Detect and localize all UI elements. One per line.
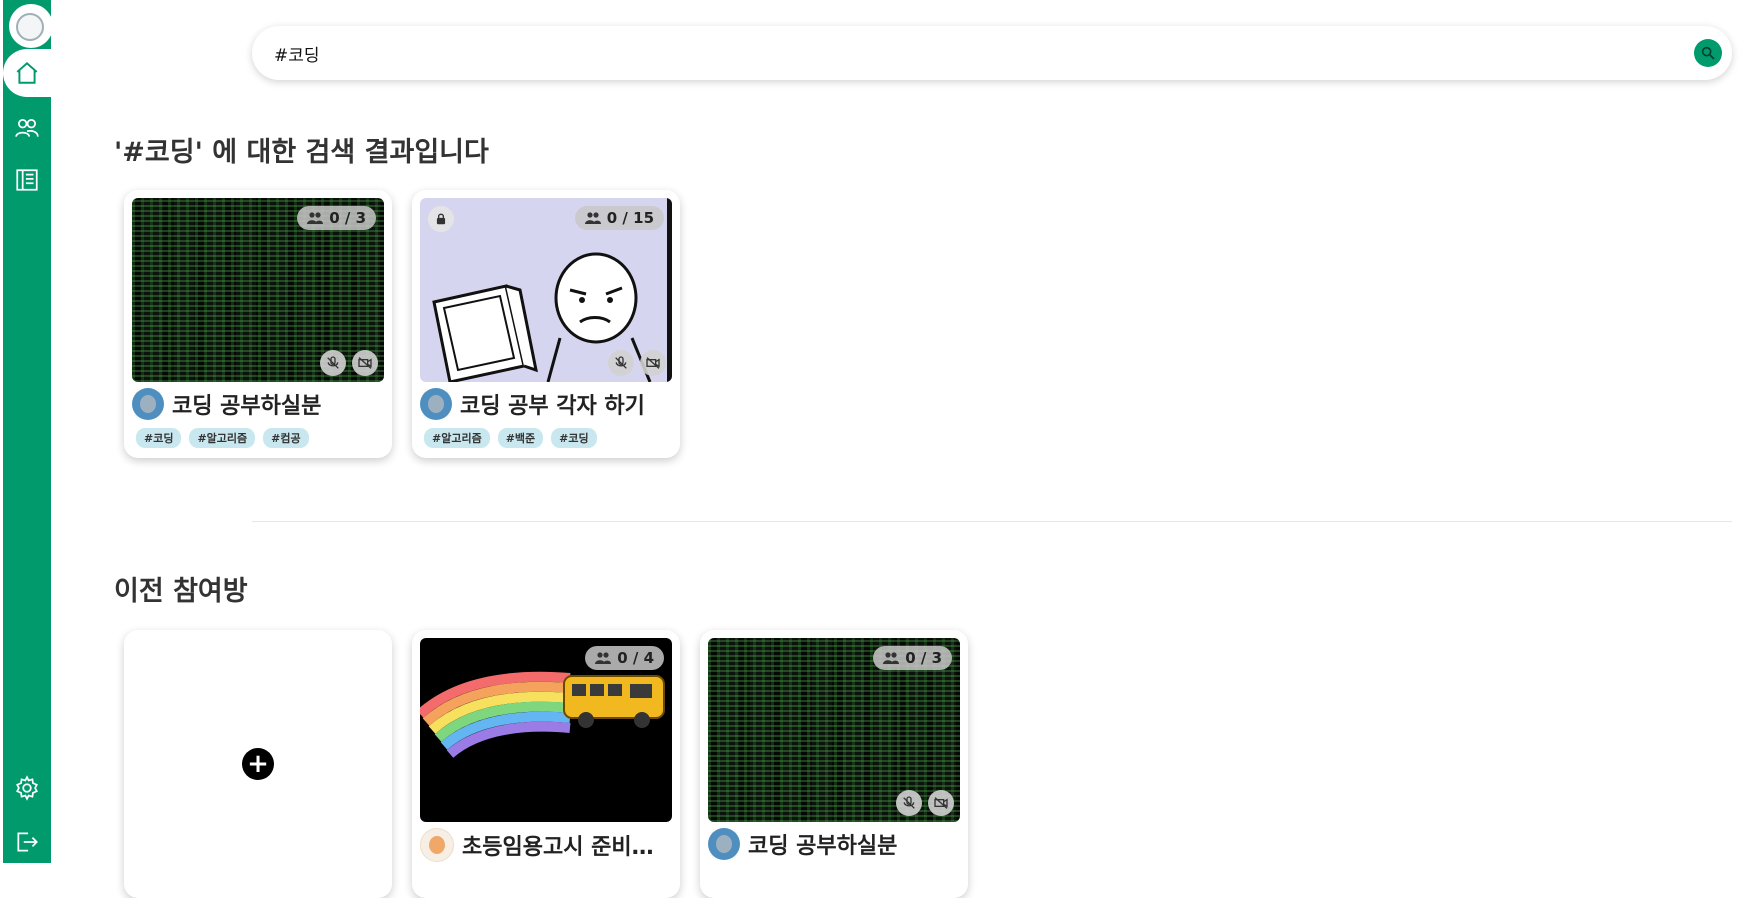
card-title-row: 코딩 공부하실분 — [132, 388, 321, 420]
section-divider — [252, 521, 1732, 522]
people-icon — [595, 652, 612, 664]
sidebar-item-settings[interactable] — [3, 772, 51, 804]
sidebar-item-notebook[interactable] — [3, 164, 51, 196]
people-icon — [584, 212, 601, 224]
mic-off-icon — [608, 350, 634, 376]
room-title: 초등임용고시 준비… — [462, 835, 654, 860]
logout-icon — [17, 832, 38, 852]
search-icon — [1701, 46, 1715, 60]
card-title-row: 코딩 공부 각자 하기 — [420, 388, 645, 420]
room-title: 코딩 공부하실분 — [748, 834, 898, 859]
sidebar-item-logout[interactable] — [3, 826, 51, 858]
add-room-card[interactable]: + — [124, 630, 392, 898]
media-status — [608, 350, 666, 376]
room-title: 코딩 공부하실분 — [172, 394, 322, 419]
logo-face-icon — [16, 13, 44, 41]
avatar — [420, 388, 452, 420]
room-card[interactable]: 0 / 15 코딩 공부 각자 하기 #알고리즘 #백준 #코딩 — [412, 190, 680, 458]
room-card[interactable]: 0 / 3 코딩 공부하실분 #코딩 #알고리즘 #컴공 — [124, 190, 392, 458]
room-thumbnail: 0 / 4 — [420, 638, 672, 822]
participant-count: 0 / 3 — [329, 209, 366, 227]
participant-count-badge: 0 / 4 — [585, 646, 664, 670]
app-logo[interactable] — [9, 4, 53, 48]
avatar — [708, 828, 740, 860]
search-bar — [252, 26, 1732, 80]
participant-count: 0 / 3 — [905, 649, 942, 667]
avatar — [132, 388, 164, 420]
previous-rooms-heading: 이전 참여방 — [114, 576, 248, 607]
mic-off-icon — [896, 790, 922, 816]
tag-list: #코딩 #알고리즘 #컴공 — [136, 428, 309, 448]
people-icon — [883, 652, 900, 664]
results-heading: '#코딩' 에 대한 검색 결과입니다 — [114, 137, 489, 168]
participant-count: 0 / 4 — [617, 649, 654, 667]
people-icon — [307, 212, 324, 224]
room-card[interactable]: 0 / 4 초등임용고시 준비… — [412, 630, 680, 898]
camera-off-icon — [352, 350, 378, 376]
room-thumbnail: 0 / 3 — [132, 198, 384, 382]
participant-count: 0 / 15 — [606, 209, 654, 227]
card-title-row: 코딩 공부하실분 — [708, 828, 897, 860]
participant-count-badge: 0 / 15 — [574, 206, 664, 230]
media-status — [896, 790, 954, 816]
search-button[interactable] — [1694, 39, 1722, 67]
participant-count-badge: 0 / 3 — [297, 206, 376, 230]
search-input[interactable] — [272, 42, 1656, 64]
media-status — [320, 350, 378, 376]
lock-icon — [428, 206, 454, 232]
room-thumbnail: 0 / 3 — [708, 638, 960, 822]
tag[interactable]: #알고리즘 — [189, 428, 256, 448]
tag-list: #알고리즘 #백준 #코딩 — [424, 428, 597, 448]
notebook-icon — [16, 169, 38, 191]
home-icon — [16, 61, 38, 84]
room-card[interactable]: 0 / 3 코딩 공부하실분 — [700, 630, 968, 898]
tag[interactable]: #알고리즘 — [424, 428, 490, 448]
room-thumbnail: 0 / 15 — [420, 198, 672, 382]
tag[interactable]: #코딩 — [551, 428, 597, 448]
avatar — [420, 828, 454, 862]
add-room-button[interactable]: + — [242, 748, 274, 780]
participant-count-badge: 0 / 3 — [873, 646, 952, 670]
users-icon — [15, 119, 39, 137]
camera-off-icon — [640, 350, 666, 376]
gear-icon — [16, 775, 38, 801]
tag[interactable]: #백준 — [497, 428, 544, 448]
room-title: 코딩 공부 각자 하기 — [460, 394, 645, 419]
camera-off-icon — [928, 790, 954, 816]
sidebar-item-home[interactable] — [3, 49, 51, 97]
card-title-row: 초등임용고시 준비… — [420, 828, 654, 862]
mic-off-icon — [320, 350, 346, 376]
sidebar-item-friends[interactable] — [3, 112, 51, 144]
tag[interactable]: #컴공 — [263, 428, 309, 448]
tag[interactable]: #코딩 — [136, 428, 182, 448]
